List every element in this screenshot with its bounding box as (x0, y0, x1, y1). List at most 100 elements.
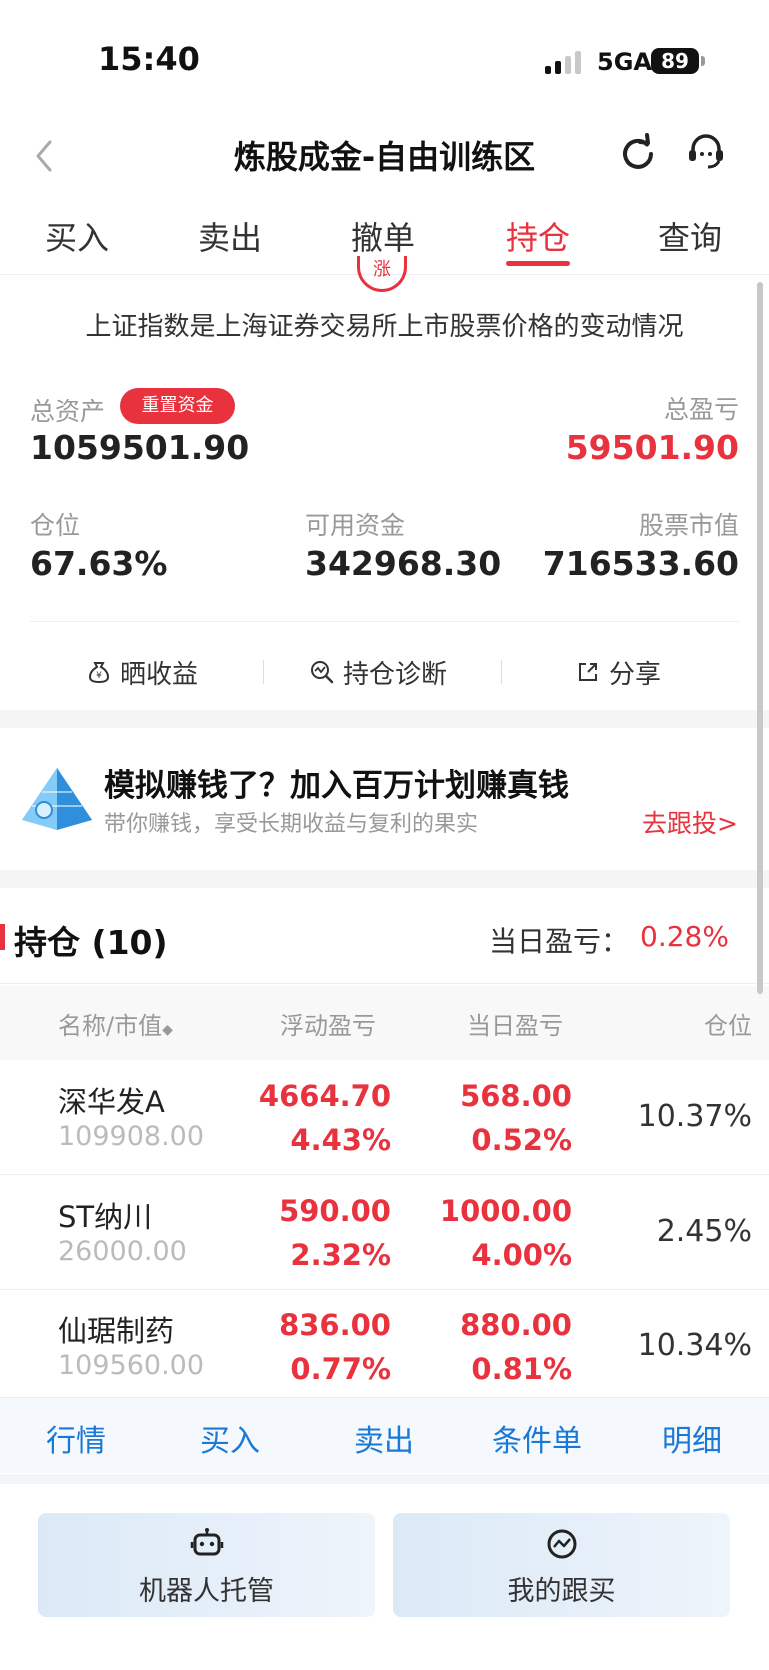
section-gap (0, 710, 769, 728)
battery-tip (701, 56, 705, 66)
daily-pnl-amount: 1000.00 (439, 1194, 572, 1228)
stock-market-value: 109560.00 (58, 1350, 205, 1381)
rise-stamp: 涨 (357, 256, 407, 292)
float-pnl-amount: 590.00 (279, 1194, 391, 1228)
my-follow-buy-button[interactable]: 我的跟买 (393, 1513, 730, 1617)
table-row[interactable]: 仙琚制药 109560.00 836.00 0.77% 880.00 0.81%… (0, 1290, 769, 1396)
robot-managed-label: 机器人托管 (139, 1576, 274, 1607)
my-follow-buy-label: 我的跟买 (507, 1576, 616, 1607)
positions-table-header: 名称/市值◆ 浮动盈亏 当日盈亏 仓位 (0, 986, 769, 1060)
position-diagnosis-label: 持仓诊断 (343, 659, 448, 690)
separator (263, 660, 264, 684)
share-label: 分享 (609, 659, 662, 690)
total-pnl-value: 59501.90 (565, 428, 739, 467)
total-pnl-label: 总盈亏 (663, 395, 739, 424)
total-assets-label: 总资产 (30, 397, 106, 426)
share-button[interactable]: 分享 (575, 652, 661, 692)
daily-pnl-percent: 4.00% (471, 1238, 572, 1272)
show-profit-button[interactable]: ¥ 晒收益 (86, 652, 198, 692)
positions-header: 持仓 (10) 当日盈亏： 0.28% (0, 888, 769, 984)
trend-circle-icon (547, 1529, 577, 1559)
market-value-value: 716533.60 (542, 544, 739, 583)
available-funds-label: 可用资金 (305, 511, 406, 540)
daily-pnl-value: 0.28% (640, 920, 729, 953)
float-pnl-percent: 0.77% (290, 1352, 391, 1386)
asset-summary: 总资产 重置资金 1059501.90 总盈亏 59501.90 仓位 67.6… (0, 380, 769, 710)
tab-positions[interactable]: 持仓 (468, 213, 608, 259)
stock-market-value: 26000.00 (58, 1236, 187, 1267)
float-pnl-percent: 4.43% (290, 1123, 391, 1157)
diagnosis-icon (311, 661, 334, 684)
section-marker (0, 924, 5, 950)
position-ratio: 10.37% (637, 1099, 752, 1134)
buy-button[interactable]: 买入 (165, 1416, 295, 1460)
daily-pnl-percent: 0.52% (471, 1123, 572, 1157)
divider (30, 621, 739, 622)
position-ratio: 10.34% (637, 1328, 752, 1363)
market-quote-button[interactable]: 行情 (11, 1416, 141, 1460)
scrollbar[interactable] (757, 282, 763, 994)
column-float-pnl: 浮动盈亏 (280, 1012, 376, 1040)
tab-buy[interactable]: 买入 (7, 213, 147, 259)
stock-action-bar: 行情 买入 卖出 条件单 明细 (0, 1397, 769, 1473)
separator (501, 660, 502, 684)
column-position: 仓位 (704, 1012, 752, 1040)
robot-managed-button[interactable]: 机器人托管 (38, 1513, 375, 1617)
available-funds-value: 342968.30 (305, 544, 502, 583)
battery-icon: 89 (651, 48, 699, 74)
show-profit-label: 晒收益 (120, 659, 199, 690)
tab-query[interactable]: 查询 (620, 213, 760, 259)
refresh-icon[interactable] (616, 132, 660, 176)
daily-pnl-label: 当日盈亏： (489, 925, 630, 958)
tab-cancel[interactable]: 撤单 (313, 213, 453, 259)
positions-title: 持仓 (10) (14, 923, 168, 962)
details-button[interactable]: 明细 (627, 1416, 757, 1460)
market-value-label: 股票市值 (638, 511, 739, 540)
position-diagnosis-button[interactable]: 持仓诊断 (309, 652, 447, 692)
money-bag-icon: ¥ (88, 662, 110, 684)
table-row[interactable]: ST纳川 26000.00 590.00 2.32% 1000.00 4.00%… (0, 1176, 769, 1290)
position-ratio-label: 仓位 (30, 511, 81, 540)
promo-title: 模拟赚钱了？加入百万计划赚真钱 (104, 768, 569, 804)
active-tab-indicator (506, 261, 570, 266)
conditional-order-button[interactable]: 条件单 (472, 1416, 602, 1460)
promo-subtitle: 带你赚钱，享受长期收益与复利的果实 (104, 812, 479, 837)
footer-divider (0, 1474, 769, 1484)
status-bar: 15:40 5GA 89 (0, 0, 769, 120)
stock-name: 仙琚制药 (58, 1314, 175, 1348)
section-gap (0, 870, 769, 888)
promo-banner[interactable]: 模拟赚钱了？加入百万计划赚真钱 带你赚钱，享受长期收益与复利的果实 去跟投> (0, 728, 769, 870)
total-assets-value: 1059501.90 (30, 428, 250, 467)
position-ratio: 2.45% (656, 1214, 752, 1249)
float-pnl-amount: 836.00 (279, 1308, 391, 1342)
follow-invest-link[interactable]: 去跟投> (642, 804, 738, 840)
float-pnl-percent: 2.32% (290, 1238, 391, 1272)
daily-pnl-percent: 0.81% (471, 1352, 572, 1386)
tab-sell[interactable]: 卖出 (160, 213, 300, 259)
svg-text:¥: ¥ (96, 671, 102, 681)
share-icon (579, 663, 597, 681)
column-name-label: 名称/市值 (58, 1012, 163, 1040)
column-daily-pnl: 当日盈亏 (467, 1012, 563, 1040)
index-notice: 涨 上证指数是上海证券交易所上市股票价格的变动情况 (0, 256, 769, 342)
robot-icon (190, 1528, 224, 1556)
stock-market-value: 109908.00 (58, 1121, 205, 1152)
position-ratio-value: 67.63% (30, 544, 168, 583)
table-row[interactable]: 深华发A 109908.00 4664.70 4.43% 568.00 0.52… (0, 1061, 769, 1175)
sell-button[interactable]: 卖出 (319, 1416, 449, 1460)
sort-icon: ◆ (162, 1022, 173, 1038)
daily-pnl-amount: 880.00 (460, 1308, 572, 1342)
daily-pnl-amount: 568.00 (460, 1079, 572, 1113)
pyramid-icon (22, 768, 92, 830)
status-time: 15:40 (98, 40, 200, 78)
reset-funds-button[interactable]: 重置资金 (120, 388, 235, 424)
signal-icon (545, 50, 581, 74)
stock-name: 深华发A (58, 1085, 165, 1119)
nav-bar: 炼股成金-自由训练区 (0, 120, 769, 190)
notice-text: 上证指数是上海证券交易所上市股票价格的变动情况 (85, 312, 684, 342)
stock-name: ST纳川 (58, 1200, 153, 1234)
float-pnl-amount: 4664.70 (258, 1079, 391, 1113)
customer-service-icon[interactable] (684, 130, 728, 174)
network-type: 5GA (597, 48, 652, 76)
column-name-sort[interactable]: 名称/市值◆ (58, 1006, 173, 1041)
